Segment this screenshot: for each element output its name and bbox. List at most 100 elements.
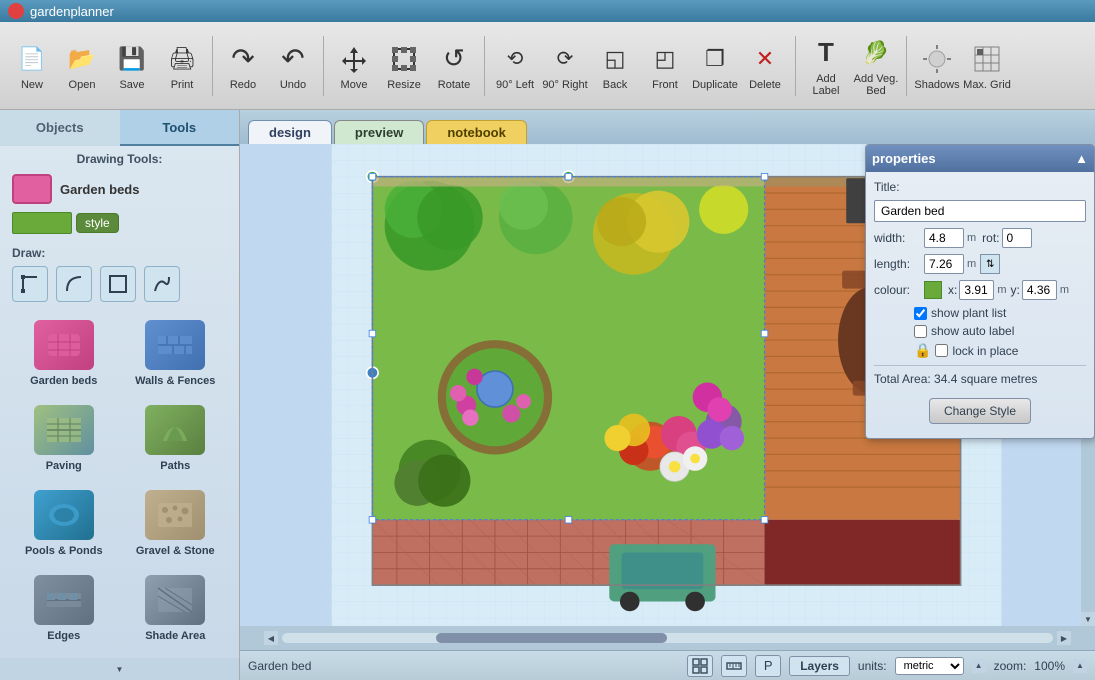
- x-unit: m: [997, 284, 1006, 296]
- undo-button[interactable]: ↶ Undo: [269, 30, 317, 102]
- show-plant-list-checkbox[interactable]: [914, 307, 927, 320]
- add-veg-icon: 🥬: [860, 35, 892, 71]
- title-input[interactable]: [874, 200, 1086, 222]
- sidebar-item-garden-beds[interactable]: Garden beds: [12, 316, 116, 393]
- colour-swatch[interactable]: [924, 281, 942, 299]
- shade-area-obj-label: Shade Area: [145, 629, 205, 643]
- delete-button[interactable]: ✕ Delete: [741, 30, 789, 102]
- lock-in-place-row: 🔒 lock in place: [874, 342, 1086, 359]
- new-icon: 📄: [16, 41, 48, 77]
- draw-freehand-tool[interactable]: [144, 266, 180, 302]
- garden-beds-name-label: Garden beds: [60, 182, 139, 197]
- tab-preview[interactable]: preview: [334, 120, 424, 144]
- sep2: [323, 36, 324, 96]
- rot-label: rot:: [982, 231, 999, 245]
- rotate-left-icon: ⟲: [499, 41, 531, 77]
- max-grid-button[interactable]: Max. Grid: [963, 30, 1011, 102]
- status-bar: Garden bed P Layers units: metric imperi…: [240, 650, 1095, 680]
- add-label-button[interactable]: T Add Label: [802, 30, 850, 102]
- change-style-button[interactable]: Change Style: [929, 398, 1031, 424]
- title-row: Title:: [874, 180, 1086, 194]
- shadows-button[interactable]: Shadows: [913, 30, 961, 102]
- title-prop-label: Title:: [874, 180, 924, 194]
- add-veg-label: Add Veg. Bed: [852, 73, 900, 97]
- colour-prop-label: colour:: [874, 283, 924, 297]
- lock-in-place-checkbox[interactable]: [935, 344, 948, 357]
- move-icon: [338, 41, 370, 77]
- grid-icon-btn[interactable]: [687, 655, 713, 677]
- length-unit: m: [967, 258, 976, 270]
- sidebar-item-paving[interactable]: Paving: [12, 401, 116, 478]
- show-auto-label-checkbox[interactable]: [914, 325, 927, 338]
- properties-collapse-icon[interactable]: ▲: [1075, 151, 1088, 166]
- status-label: Garden bed: [248, 659, 679, 673]
- gravel-stone-obj-label: Gravel & Stone: [136, 544, 215, 558]
- save-label: Save: [119, 79, 144, 91]
- h-scroll-track[interactable]: [282, 633, 1053, 643]
- back-button[interactable]: ◱ Back: [591, 30, 639, 102]
- rotate-button[interactable]: ↺ Rotate: [430, 30, 478, 102]
- width-input[interactable]: [924, 228, 964, 248]
- zoom-label: zoom:: [994, 659, 1027, 673]
- h-scroll-right-arrow[interactable]: ▶: [1057, 631, 1071, 645]
- draw-corner-tool[interactable]: [12, 266, 48, 302]
- sidebar-item-paths[interactable]: Paths: [124, 401, 228, 478]
- resize-button[interactable]: Resize: [380, 30, 428, 102]
- app-title: gardenplanner: [30, 4, 114, 19]
- properties-panel: properties ▲ Title: width: m rot:: [865, 144, 1095, 439]
- rot-input[interactable]: [1002, 228, 1032, 248]
- open-button[interactable]: 📂 Open: [58, 30, 106, 102]
- zoom-up-arrow[interactable]: ▲: [1073, 659, 1087, 673]
- properties-body: Title: width: m rot: length: m ⇅: [866, 172, 1094, 438]
- print-button[interactable]: 🖨 Print: [158, 30, 206, 102]
- right-area: design preview notebook: [240, 110, 1095, 680]
- rotate-right-button[interactable]: ⟳ 90° Right: [541, 30, 589, 102]
- delete-label: Delete: [749, 79, 781, 91]
- sidebar-item-shade-area[interactable]: Shade Area: [124, 571, 228, 648]
- ruler-icon-btn[interactable]: [721, 655, 747, 677]
- x-input[interactable]: [959, 280, 994, 300]
- h-scroll-left-arrow[interactable]: ◀: [264, 631, 278, 645]
- v-scroll-down-arrow[interactable]: ▼: [1081, 612, 1095, 626]
- sidebar-item-gravel-stone[interactable]: Gravel & Stone: [124, 486, 228, 563]
- layers-button[interactable]: Layers: [789, 656, 850, 676]
- tab-notebook[interactable]: notebook: [426, 120, 527, 144]
- pin-icon-btn[interactable]: P: [755, 655, 781, 677]
- resize-icon: [388, 41, 420, 77]
- units-select[interactable]: metric imperial: [895, 657, 964, 675]
- new-button[interactable]: 📄 New: [8, 30, 56, 102]
- tab-design[interactable]: design: [248, 120, 332, 144]
- duplicate-button[interactable]: ❐ Duplicate: [691, 30, 739, 102]
- redo-button[interactable]: ↷ Redo: [219, 30, 267, 102]
- sep4: [795, 36, 796, 96]
- draw-rect-tool[interactable]: [100, 266, 136, 302]
- rotate-left-button[interactable]: ⟲ 90° Left: [491, 30, 539, 102]
- swap-dimensions-button[interactable]: ⇅: [980, 254, 1000, 274]
- save-icon: 💾: [116, 41, 148, 77]
- max-grid-label: Max. Grid: [963, 79, 1011, 91]
- max-grid-icon: [971, 41, 1003, 77]
- rotate-label: Rotate: [438, 79, 470, 91]
- sidebar-item-edges[interactable]: Edges: [12, 571, 116, 648]
- sidebar-item-walls-fences[interactable]: Walls & Fences: [124, 316, 228, 393]
- sidebar-item-pools-ponds[interactable]: Pools & Ponds: [12, 486, 116, 563]
- draw-curve-tool[interactable]: [56, 266, 92, 302]
- canvas-container[interactable]: properties ▲ Title: width: m rot:: [240, 144, 1095, 650]
- add-label-label: Add Label: [802, 73, 850, 97]
- h-scroll-thumb[interactable]: [436, 633, 667, 643]
- panel-scroll-down[interactable]: ▼: [113, 662, 127, 676]
- length-input[interactable]: [924, 254, 964, 274]
- tab-tools[interactable]: Tools: [120, 110, 240, 146]
- tab-objects[interactable]: Objects: [0, 110, 120, 146]
- y-input[interactable]: [1022, 280, 1057, 300]
- green-style-swatch: [12, 212, 72, 234]
- paths-obj-label: Paths: [160, 459, 190, 473]
- add-veg-button[interactable]: 🥬 Add Veg. Bed: [852, 30, 900, 102]
- save-button[interactable]: 💾 Save: [108, 30, 156, 102]
- move-button[interactable]: Move: [330, 30, 378, 102]
- style-button[interactable]: style: [76, 213, 119, 233]
- sep5: [906, 36, 907, 96]
- units-up-arrow[interactable]: ▲: [972, 659, 986, 673]
- resize-label: Resize: [387, 79, 421, 91]
- front-button[interactable]: ◰ Front: [641, 30, 689, 102]
